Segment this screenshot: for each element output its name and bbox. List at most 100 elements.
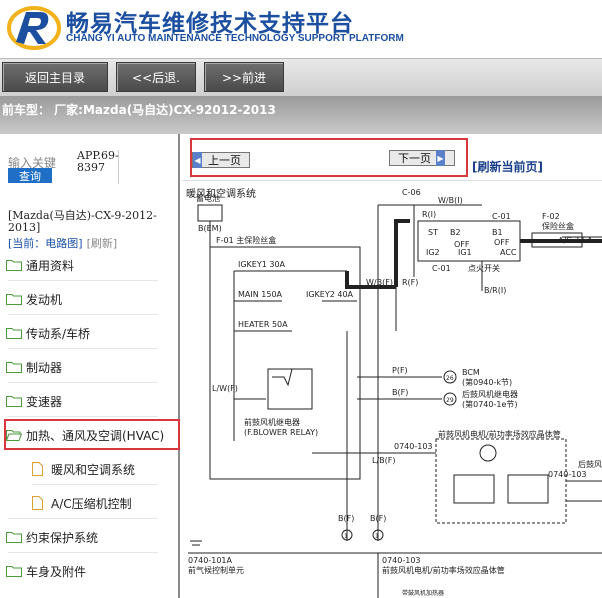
label-b1: B1: [492, 228, 503, 237]
label-ig1: IG1: [458, 248, 472, 257]
label-bcm: BCM: [462, 368, 480, 377]
query-button[interactable]: 查询: [8, 168, 52, 183]
content-panel: ◀ 上一页 下一页 ▶ [刷新当前页] 暖风和空调系统 蓄电池 B(EM) F-…: [182, 134, 602, 598]
label-acc: ACC: [500, 248, 517, 257]
tree-item-label: 变速器: [26, 394, 63, 409]
pager-bar: ◀ 上一页 下一页 ▶ [刷新当前页]: [182, 134, 602, 180]
document-icon: [32, 462, 43, 476]
label-bottom-left-desc: 前气候控制单元: [188, 565, 244, 575]
label-n1a: 1: [344, 533, 348, 540]
label-bcm-sub: (第0940-k节): [462, 377, 512, 387]
label-b-f: B(F): [392, 388, 408, 397]
current-location: [当前：电路图] [刷新]: [8, 235, 117, 251]
label-st: ST: [428, 228, 438, 237]
back-button[interactable]: <<后退.: [116, 62, 196, 92]
tree-item-label: 传动系/车桥: [26, 326, 91, 341]
app-window: 畅易汽车维修技术支持平台 CHANG YI AUTO MAINTENANCE T…: [0, 0, 602, 598]
label-motor-ref: 0740-103: [394, 442, 433, 451]
home-button[interactable]: 返回主目录: [2, 62, 108, 92]
label-ig2: IG2: [426, 248, 440, 257]
tree-item-brakes[interactable]: 制动器: [6, 356, 62, 378]
model-text: 前车型： 厂家:Mazda(马自达)CX-92012-2013: [2, 103, 276, 117]
tree-item-label: A/C压缩机控制: [51, 496, 132, 511]
label-battery: 蓄电池: [196, 193, 220, 203]
tree-item-general[interactable]: 通用资料: [6, 254, 74, 276]
label-c06: C-06: [402, 188, 421, 197]
label-c01b: C-01: [432, 264, 451, 273]
label-b2: B2: [450, 228, 461, 237]
label-ignition: 点火开关: [468, 263, 500, 273]
label-blower-motor: 前鼓风机电机/前功率场效应晶体管: [438, 429, 561, 439]
label-c01: C-01: [492, 212, 511, 221]
model-bar: 前车型： 厂家:Mazda(马自达)CX-92012-2013: [0, 96, 602, 134]
tree-item-label: 暖风和空调系统: [51, 462, 136, 477]
tree-item-label: 发动机: [26, 292, 63, 307]
label-relay: 前鼓风机继电器: [244, 417, 300, 427]
tree-item-body[interactable]: 车身及附件: [6, 560, 86, 582]
label-rear-relay: 后鼓风机继电器: [462, 389, 518, 399]
label-bottom-note: 带鼓风机加热器: [402, 589, 444, 597]
divider: [8, 518, 158, 519]
divider: [32, 484, 158, 485]
site-subtitle: CHANG YI AUTO MAINTENANCE TECHNOLOGY SUP…: [66, 33, 404, 44]
label-bottom-mid-desc: 前鼓风机电机/前功率场效应晶体管: [382, 565, 505, 575]
folder-icon: [6, 396, 22, 407]
folder-icon: [6, 566, 22, 577]
label-n26: 26: [446, 375, 454, 382]
tree-item-heating-ac[interactable]: 暖风和空调系统: [32, 458, 135, 480]
app-code: APP.69-8397: [77, 149, 119, 174]
wiring-diagram-canvas: 暖风和空调系统 蓄电池 B(EM) F-01 主保险丝盒 IGKEY1 30A …: [186, 187, 602, 598]
label-b-f3: B(F): [370, 514, 386, 523]
divider: [8, 280, 158, 281]
refresh-page-link[interactable]: [刷新当前页]: [472, 158, 543, 175]
tree-item-label: 车身及附件: [26, 564, 87, 579]
tree-item-label: 通用资料: [26, 258, 75, 273]
label-w-b-f: W/B(F): [366, 278, 393, 287]
label-b-f2: B(F): [338, 514, 354, 523]
label-r-f: R(F): [402, 278, 418, 287]
tree-item-label: 制动器: [26, 360, 63, 375]
sidebar-refresh-link[interactable]: [刷新]: [87, 237, 118, 250]
label-heater: HEATER 50A: [238, 320, 288, 329]
nav-bar: 返回主目录 <<后退. >>前进: [0, 58, 602, 96]
folder-icon: [6, 294, 22, 305]
label-igkey1: IGKEY1 30A: [238, 260, 286, 269]
label-lb-f: L/B(F): [372, 456, 395, 465]
divider: [8, 416, 158, 417]
label-fuse-box: F-01 主保险丝盒: [216, 235, 276, 245]
folder-icon: [6, 328, 22, 339]
current-label: [当前：电路图]: [8, 237, 83, 250]
divider: [8, 348, 158, 349]
divider: [8, 552, 158, 553]
label-b-em: B(EM): [198, 224, 222, 233]
folder-icon: [6, 532, 22, 543]
label-bottom-left: 0740-101A: [188, 556, 233, 565]
label-main: MAIN 150A: [238, 290, 283, 299]
tree-item-drivetrain[interactable]: 传动系/车桥: [6, 322, 90, 344]
label-br-i: B/R(I): [484, 286, 506, 295]
label-f02: F-02: [542, 212, 560, 221]
tree-item-ac-compressor[interactable]: A/C压缩机控制: [32, 492, 132, 514]
site-header: 畅易汽车维修技术支持平台 CHANG YI AUTO MAINTENANCE T…: [0, 0, 602, 58]
label-f02-desc: 保险丝盒: [542, 221, 574, 231]
label-igkey2: IGKEY2 40A: [306, 290, 354, 299]
label-lw-f: L/W(F): [212, 384, 238, 393]
highlight-box: [4, 419, 180, 450]
highlight-box: [190, 138, 468, 177]
wiring-diagram: 暖风和空调系统 蓄电池 B(EM) F-01 主保险丝盒 IGKEY1 30A …: [182, 180, 602, 598]
label-rear: 后鼓风机: [578, 459, 602, 469]
label-rear-relay-sub: (第0740-1e节): [462, 399, 518, 409]
label-r-i: R(I): [422, 210, 436, 219]
tree-item-restraints[interactable]: 约束保护系统: [6, 526, 98, 548]
label-off2: OFF: [494, 238, 510, 247]
tree-item-label: 约束保护系统: [26, 530, 99, 545]
logo-icon: [7, 6, 61, 50]
tree-item-transmission[interactable]: 变速器: [6, 390, 62, 412]
label-n29: 29: [446, 397, 454, 404]
tree-item-engine[interactable]: 发动机: [6, 288, 62, 310]
sidebar: 输入关键 查询 APP.69-8397 [Mazda(马自达)-CX-9-201…: [0, 134, 180, 598]
forward-button[interactable]: >>前进: [204, 62, 284, 92]
label-ac: A/C 7.5A: [558, 236, 593, 245]
label-motor-ref2: 0740-103: [548, 470, 587, 479]
divider: [8, 314, 158, 315]
